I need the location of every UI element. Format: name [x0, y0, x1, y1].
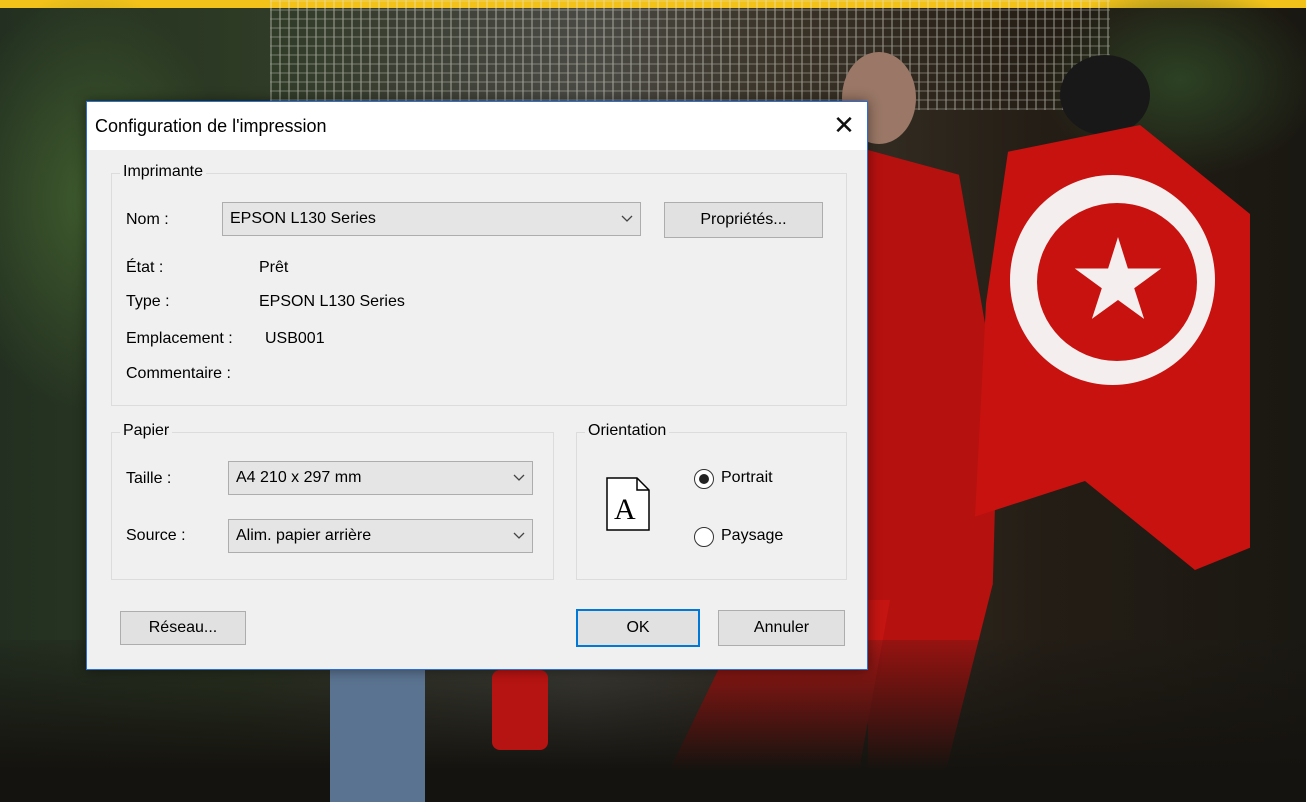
paper-source-value: Alim. papier arrière: [236, 527, 372, 544]
background-red-bag: [492, 670, 548, 750]
portrait-radio-option[interactable]: Portrait: [692, 467, 812, 493]
close-button[interactable]: ✕: [821, 102, 867, 150]
page-icon-letter: A: [614, 493, 636, 526]
background-person-jeans: [330, 660, 425, 802]
printer-group-legend: Imprimante: [120, 163, 207, 181]
landscape-radio-option[interactable]: Paysage: [692, 525, 812, 551]
close-icon: ✕: [833, 111, 855, 141]
network-button[interactable]: Réseau...: [120, 611, 246, 645]
paper-source-dropdown[interactable]: Alim. papier arrière: [228, 519, 533, 553]
printer-location-label: Emplacement :: [126, 330, 233, 347]
paper-group: Papier: [111, 422, 554, 580]
paper-group-legend: Papier: [120, 422, 173, 440]
portrait-label: Portrait: [721, 469, 773, 486]
orientation-group-legend: Orientation: [585, 422, 670, 440]
printer-location-value: USB001: [265, 330, 325, 347]
landscape-radio[interactable]: [694, 527, 714, 547]
portrait-radio[interactable]: [694, 469, 714, 489]
background-person-head-2: [1060, 55, 1150, 135]
paper-size-label: Taille :: [126, 470, 172, 487]
paper-source-label: Source :: [126, 527, 186, 544]
portrait-page-icon: A: [606, 477, 650, 531]
landscape-label: Paysage: [721, 527, 784, 544]
printer-state-value: Prêt: [259, 259, 289, 276]
print-setup-dialog: Configuration de l'impression ✕ Impriman…: [86, 101, 868, 670]
chevron-down-icon: [513, 532, 525, 539]
dialog-titlebar[interactable]: Configuration de l'impression ✕: [87, 102, 867, 150]
printer-type-label: Type :: [126, 293, 170, 310]
printer-name-value: EPSON L130 Series: [230, 210, 376, 227]
paper-size-dropdown[interactable]: A4 210 x 297 mm: [228, 461, 533, 495]
cancel-button[interactable]: Annuler: [718, 610, 845, 646]
printer-comment-label: Commentaire :: [126, 365, 231, 382]
dialog-title: Configuration de l'impression: [95, 116, 327, 136]
printer-name-label: Nom :: [126, 211, 169, 228]
ok-button[interactable]: OK: [576, 609, 700, 647]
printer-type-value: EPSON L130 Series: [259, 293, 405, 310]
paper-size-value: A4 210 x 297 mm: [236, 469, 362, 486]
printer-name-dropdown[interactable]: EPSON L130 Series: [222, 202, 641, 236]
chevron-down-icon: [513, 474, 525, 481]
printer-state-label: État :: [126, 259, 164, 276]
chevron-down-icon: [621, 215, 633, 222]
background-light-decorations: [270, 0, 1110, 110]
properties-button[interactable]: Propriétés...: [664, 202, 823, 238]
